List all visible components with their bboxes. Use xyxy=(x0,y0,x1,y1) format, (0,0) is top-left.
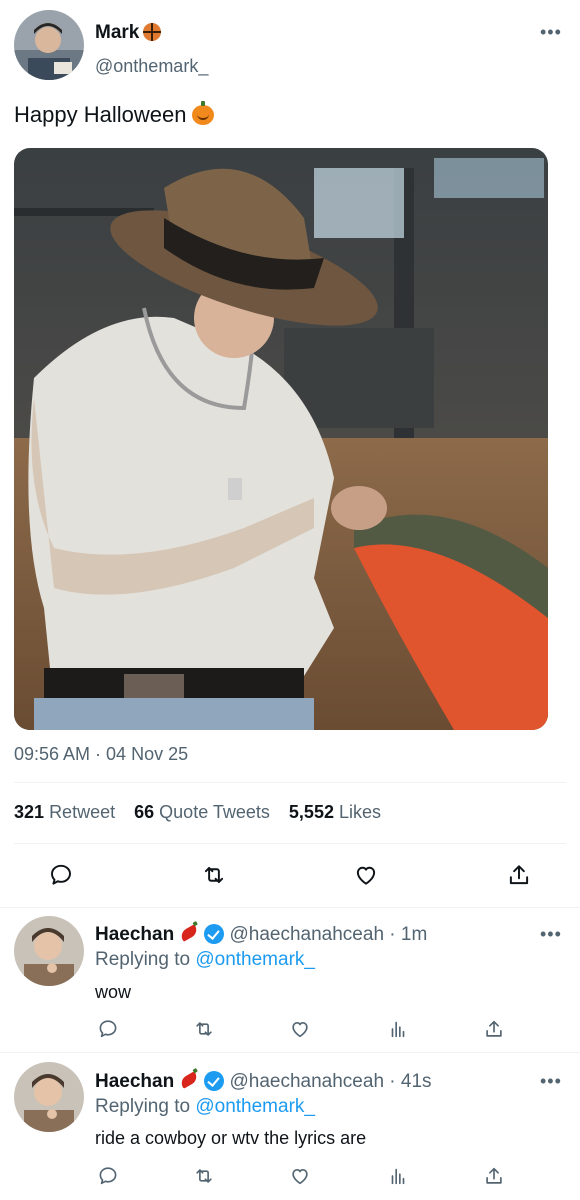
basketball-emoji xyxy=(143,23,162,41)
reply-handle[interactable]: @haechanahceah xyxy=(229,924,384,945)
author-name[interactable]: Mark xyxy=(95,22,162,44)
replying-to-link[interactable]: @onthemark_ xyxy=(195,1096,315,1117)
share-button[interactable] xyxy=(480,1015,508,1043)
tweet-stats: 321 Retweet 66 Quote Tweets 5,552 Likes xyxy=(14,802,381,823)
divider xyxy=(0,907,580,908)
analytics-button[interactable] xyxy=(384,1015,412,1043)
tweet-photo[interactable] xyxy=(14,148,548,730)
replying-to: Replying to @onthemark_ xyxy=(95,949,315,970)
like-icon xyxy=(292,1169,308,1185)
reply-button[interactable] xyxy=(94,1162,122,1190)
replying-to-link[interactable]: @onthemark_ xyxy=(195,949,315,970)
like-button[interactable] xyxy=(286,1162,314,1190)
like-button[interactable] xyxy=(286,1015,314,1043)
reply-icon xyxy=(99,1167,117,1185)
analytics-icon xyxy=(391,1021,405,1038)
reply-button[interactable] xyxy=(94,1015,122,1043)
retweet-icon xyxy=(196,1169,212,1183)
share-button[interactable] xyxy=(505,861,533,889)
share-icon xyxy=(486,1167,502,1184)
share-button[interactable] xyxy=(480,1162,508,1190)
verified-icon xyxy=(204,1071,225,1091)
retweet-icon xyxy=(204,866,224,884)
reply-button[interactable] xyxy=(47,861,75,889)
more-options-button[interactable]: ••• xyxy=(540,924,562,945)
divider xyxy=(0,1052,580,1053)
reply-icon xyxy=(51,864,71,885)
more-options-button[interactable]: ••• xyxy=(540,22,562,43)
analytics-icon xyxy=(391,1168,405,1185)
chili-emoji xyxy=(178,924,200,942)
reply-text: wow xyxy=(95,982,132,1002)
retweet-button[interactable] xyxy=(190,1015,218,1043)
retweet-button[interactable] xyxy=(190,1162,218,1190)
tweet-text: Happy Halloween xyxy=(14,101,215,128)
reply-age[interactable]: · 1m xyxy=(389,924,427,945)
like-button[interactable] xyxy=(352,861,380,889)
share-icon xyxy=(486,1020,502,1037)
quote-tweets-stat[interactable]: 66 Quote Tweets xyxy=(134,802,270,822)
divider xyxy=(14,782,566,783)
author-handle[interactable]: @onthemark_ xyxy=(95,56,208,77)
analytics-button[interactable] xyxy=(384,1162,412,1190)
reply-age[interactable]: · 41s xyxy=(389,1071,431,1092)
likes-stat[interactable]: 5,552 Likes xyxy=(289,802,381,822)
reply-author[interactable]: Haechan @haechanahceah · 41s xyxy=(95,1071,432,1093)
retweets-stat[interactable]: 321 Retweet xyxy=(14,802,115,822)
reply-text: ride a cowboy or wtv the lyrics are xyxy=(95,1128,367,1148)
replying-to: Replying to @onthemark_ xyxy=(95,1096,315,1117)
pumpkin-emoji xyxy=(192,101,215,125)
reply-author[interactable]: Haechan @haechanahceah · 1m xyxy=(95,924,427,946)
reply-icon xyxy=(99,1020,117,1038)
retweet-icon xyxy=(196,1022,212,1036)
chili-emoji xyxy=(178,1071,200,1089)
tweet-timestamp[interactable]: 09:56 AM · 04 Nov 25 xyxy=(14,744,188,765)
reply-avatar[interactable] xyxy=(14,1062,84,1132)
verified-icon xyxy=(204,924,225,944)
author-avatar[interactable] xyxy=(14,10,84,80)
like-icon xyxy=(292,1022,308,1038)
more-options-button[interactable]: ••• xyxy=(540,1071,562,1092)
retweet-button[interactable] xyxy=(200,861,228,889)
share-icon xyxy=(509,865,529,885)
divider xyxy=(14,843,566,844)
like-icon xyxy=(356,866,376,885)
reply-handle[interactable]: @haechanahceah xyxy=(229,1071,384,1092)
reply-avatar[interactable] xyxy=(14,916,84,986)
